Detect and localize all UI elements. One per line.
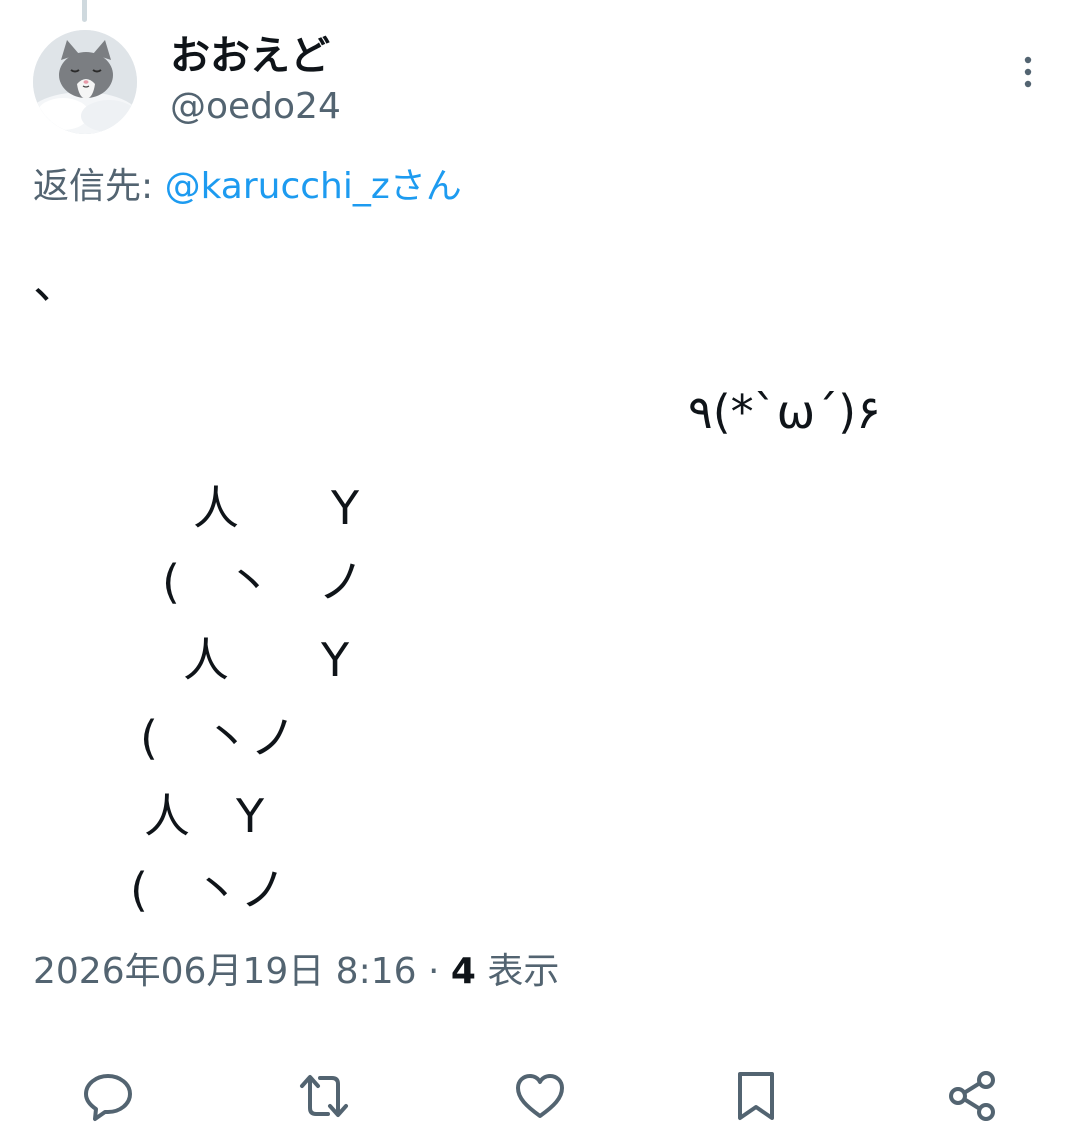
reply-icon <box>84 1074 132 1121</box>
tweet-text-line: 、 <box>33 255 79 309</box>
like-button[interactable] <box>512 1068 568 1124</box>
share-icon <box>949 1071 995 1121</box>
tweet-text-line: 人 Y <box>193 481 360 535</box>
bookmark-icon <box>738 1072 774 1120</box>
reply-mention-link[interactable]: @karucchi_zさん <box>165 166 462 207</box>
tweet-text-line: ( 丶 ノ <box>162 555 364 609</box>
retweet-button[interactable] <box>296 1068 352 1124</box>
reply-to-line: 返信先: @karucchi_zさん <box>33 164 462 210</box>
avatar[interactable] <box>33 30 137 134</box>
retweet-icon <box>300 1075 348 1117</box>
meta-separator: · <box>416 951 451 992</box>
more-options-button[interactable] <box>1008 52 1048 92</box>
tweet-text-line: ٩(*`ω´)۶ <box>688 385 881 439</box>
tweet-text-line: ( 丶ノ <box>140 711 296 765</box>
tweet-text-line: 人 Y <box>144 789 265 843</box>
tweet-text-line: ( 丶ノ <box>130 863 286 917</box>
user-handle[interactable]: @oedo24 <box>170 84 341 130</box>
timestamp[interactable]: 2026年06月19日 8:16 <box>33 951 417 992</box>
share-button[interactable] <box>944 1068 1000 1124</box>
tweet-text-line: 人 Y <box>183 633 350 687</box>
tweet-meta: 2026年06月19日 8:16 · 4 表示 <box>33 948 559 996</box>
cat-avatar-image <box>33 30 137 134</box>
thread-connector-line <box>82 0 87 22</box>
views-label: 表示 <box>475 951 560 992</box>
more-vertical-icon <box>1024 56 1032 88</box>
reply-button[interactable] <box>80 1068 136 1124</box>
heart-icon <box>516 1074 564 1118</box>
bookmark-button[interactable] <box>728 1068 784 1124</box>
views-count: 4 <box>450 951 476 992</box>
reply-prefix: 返信先: <box>33 166 165 207</box>
display-name[interactable]: おおえど <box>170 32 330 80</box>
